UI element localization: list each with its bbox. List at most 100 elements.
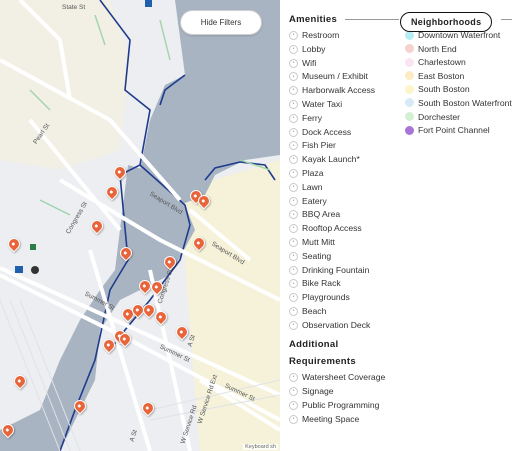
filter-item-label: Drinking Fountain [302,264,370,275]
filter-item-label: Mutt Mitt [302,236,335,247]
dock-icon: • [289,127,298,137]
filter-item-label: Museum / Exhibit [302,71,368,82]
filter-item[interactable]: • Observation Deck [289,320,399,330]
lobby-icon: • [289,44,298,54]
amenities-column: Amenities • Restroom • Lobby • Wifi • Museum / … [289,12,399,427]
neighborhood-item[interactable]: Fort Point Channel [405,125,512,135]
neighborhood-item[interactable]: East Boston [405,71,512,81]
filter-item[interactable]: • Dock Access [289,127,399,137]
filter-item[interactable]: • Watersheet Coverage [289,372,399,383]
filter-item-label: Bike Rack [302,278,341,289]
neighborhood-item[interactable]: Charlestown [405,57,512,67]
neighborhood-label: Dorchester [418,111,461,122]
filter-item-label: Kayak Launch* [302,154,360,165]
filter-item-label: Fish Pier [302,140,336,151]
filter-item-label: Restroom [302,30,340,40]
filter-item[interactable]: • Eatery [289,196,399,206]
filter-item[interactable]: • Fish Pier [289,140,399,151]
kayak-icon: • [289,155,298,165]
filter-item[interactable]: • Lobby [289,44,399,54]
museum-icon: • [289,72,298,82]
filter-item[interactable]: • Lawn [289,182,399,192]
neighborhood-item[interactable]: North End [405,44,512,54]
filter-item[interactable]: • Seating [289,251,399,261]
filter-item[interactable]: • Drinking Fountain [289,265,399,275]
neighborhood-label: North End [418,43,457,54]
filter-item[interactable]: • Mutt Mitt [289,237,399,247]
additional-title-line2: Requirements [289,356,356,368]
filter-item[interactable]: • Museum / Exhibit [289,71,399,82]
fish-icon: • [289,141,298,151]
filter-item-label: Signage [302,385,334,396]
filter-item[interactable]: • BBQ Area [289,209,399,220]
restroom-icon: • [289,31,298,40]
filter-item[interactable]: • Beach [289,306,399,316]
filter-item-label: Water Taxi [302,98,343,109]
filter-item-label: Dock Access [302,126,352,137]
watersheet-icon: • [289,373,298,383]
filter-item-label: Wifi [302,57,317,68]
filter-item[interactable]: • Bike Rack [289,278,399,289]
amenities-list: • Restroom • Lobby • Wifi • Museum / Exhibit • Ha… [289,30,399,330]
filter-item[interactable]: • Plaza [289,168,399,178]
filter-item-label: Rooftop Access [302,223,362,234]
neighborhood-swatch [405,98,414,108]
filter-item[interactable]: • Public Programming [289,400,399,410]
filter-item-label: Plaza [302,167,324,178]
playground-icon: • [289,293,298,303]
filter-item[interactable]: • Kayak Launch* [289,154,399,165]
filter-item-label: Playgrounds [302,292,350,303]
neighborhoods-list: Downtown Waterfront North End Charlestown E… [405,30,512,135]
water-taxi-icon: • [289,99,298,109]
programming-icon: • [289,400,298,410]
amenities-title: Amenities [289,13,338,25]
filter-item-label: Lawn [302,181,323,192]
filter-item[interactable]: • Restroom [289,30,399,40]
mutt-mitt-icon: • [289,237,298,247]
filter-item-label: Harborwalk Access [302,85,376,96]
neighborhood-label: South Boston [418,84,470,95]
rooftop-icon: • [289,224,298,234]
divider [501,19,512,20]
hide-filters-button[interactable]: Hide Filters [180,10,262,35]
filter-item[interactable]: • Harborwalk Access [289,85,399,96]
neighborhood-swatch [405,57,414,67]
filter-item-label: Public Programming [302,399,380,410]
neighborhood-label: Charlestown [418,57,466,68]
filter-item[interactable]: • Playgrounds [289,292,399,303]
harborwalk-icon: • [289,86,298,96]
ferry-icon: • [289,113,298,123]
filter-item[interactable]: • Signage [289,386,399,396]
filter-item[interactable]: • Ferry [289,113,399,123]
seating-icon: • [289,251,298,261]
neighborhood-item[interactable]: South Boston Waterfront [405,98,512,108]
neighborhood-label: South Boston Waterfront [418,97,512,108]
filter-item[interactable]: • Water Taxi [289,99,399,109]
neighborhoods-column: Neighborhoods Downtown Waterfront North E… [400,12,512,139]
neighborhood-item[interactable]: Dorchester [405,112,512,122]
map-view[interactable]: State St Pearl St Congress St Seaport Bl… [0,0,280,451]
additional-requirements-list: • Watersheet Coverage • Signage • Public Prog… [289,372,399,424]
filter-item[interactable]: • Rooftop Access [289,223,399,234]
street-label: State St [62,4,86,11]
neighborhood-label: Fort Point Channel [418,125,490,136]
wifi-icon: • [289,58,298,68]
bike-icon: • [289,279,298,289]
filter-item-label: Ferry [302,112,323,123]
divider [345,18,399,20]
additional-requirements-heading: Additional Requirements [289,336,399,370]
neighborhood-swatch [405,71,414,81]
bbq-icon: • [289,210,298,220]
amenities-heading: Amenities [289,12,399,26]
filter-item[interactable]: • Meeting Space [289,414,399,424]
keyboard-shortcuts-link[interactable]: Keyboard sh [243,444,278,450]
lawn-icon: • [289,182,298,192]
beach-icon: • [289,306,298,316]
neighborhood-item[interactable]: South Boston [405,84,512,94]
filter-item[interactable]: • Wifi [289,58,399,68]
neighborhood-label: East Boston [418,70,465,81]
neighborhood-swatch [405,125,414,135]
filter-item-label: Beach [302,305,327,316]
plaza-icon: • [289,168,298,178]
eatery-icon: • [289,196,298,206]
